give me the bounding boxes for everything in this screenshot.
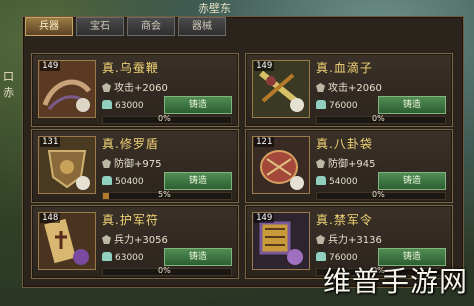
site-watermark: 维普手游网 (322, 265, 468, 298)
tab-bar: 兵器 宝石 商会 器械 (25, 17, 226, 36)
item-card: 121 真.八卦袋 防御+945 54000 铸造 0% (245, 129, 453, 203)
gem-cost-icon (316, 100, 326, 109)
troops-icon (316, 235, 325, 244)
item-stat: 兵力+3056 (114, 235, 168, 246)
gem-cost-icon (102, 176, 112, 185)
forge-button[interactable]: 铸造 (378, 96, 446, 114)
defense-icon (316, 159, 325, 168)
item-card: 149 真.乌蚕鞭 攻击+2060 63000 铸造 0% (31, 53, 239, 127)
tab-gems[interactable]: 宝石 (76, 17, 124, 36)
attack-icon (316, 83, 325, 92)
progress-percent: 0% (158, 114, 171, 123)
item-name: 真.禁军令 (316, 213, 373, 227)
forge-button[interactable]: 铸造 (378, 172, 446, 190)
item-image[interactable]: 149 (252, 60, 310, 118)
item-level: 131 (40, 137, 61, 147)
tab-machinery[interactable]: 器械 (178, 17, 226, 36)
item-name: 真.血滴子 (316, 61, 373, 75)
forge-button[interactable]: 铸造 (164, 172, 232, 190)
item-level: 148 (40, 213, 61, 223)
item-cost: 63000 (115, 253, 144, 263)
item-stat: 防御+975 (114, 159, 162, 170)
item-cost: 54000 (329, 177, 358, 187)
forge-button[interactable]: 铸造 (164, 248, 232, 266)
gem-cost-icon (102, 252, 112, 261)
item-name: 真.护军符 (102, 213, 159, 227)
item-name: 真.乌蚕鞭 (102, 61, 159, 75)
item-image[interactable]: 131 (38, 136, 96, 194)
item-level: 121 (254, 137, 275, 147)
item-card: 149 真.血滴子 攻击+2060 76000 铸造 0% (245, 53, 453, 127)
item-cost: 50400 (115, 177, 144, 187)
forge-button[interactable]: 铸造 (164, 96, 232, 114)
tab-guild[interactable]: 商会 (127, 17, 175, 36)
item-name: 真.修罗盾 (102, 137, 159, 151)
item-image[interactable]: 121 (252, 136, 310, 194)
item-name: 真.八卦袋 (316, 137, 373, 151)
map-side-label-2: 赤 (3, 86, 14, 99)
item-image[interactable]: 149 (38, 60, 96, 118)
item-stat: 攻击+2060 (328, 83, 382, 94)
map-side-label-1: 口 (3, 70, 14, 83)
item-image[interactable]: 149 (252, 212, 310, 270)
item-stat: 防御+945 (328, 159, 376, 170)
item-cost: 76000 (329, 101, 358, 111)
item-stat: 攻击+2060 (114, 83, 168, 94)
defense-icon (102, 159, 111, 168)
item-level: 149 (254, 213, 275, 223)
progress-percent: 0% (158, 266, 171, 275)
item-card: 148 真.护军符 兵力+3056 63000 铸造 0% (31, 205, 239, 279)
item-card: 131 真.修罗盾 防御+975 50400 铸造 5% (31, 129, 239, 203)
progress-percent: 0% (372, 190, 385, 199)
item-cost: 63000 (115, 101, 144, 111)
map-location-label: 赤壁东 (198, 2, 231, 15)
troops-icon (102, 235, 111, 244)
item-level: 149 (40, 61, 61, 71)
attack-icon (102, 83, 111, 92)
forge-panel: 兵器 宝石 商会 器械 149 真.乌蚕鞭 攻击+2060 63000 铸造 0… (22, 16, 464, 288)
gem-cost-icon (316, 176, 326, 185)
tab-weapons[interactable]: 兵器 (25, 17, 73, 36)
gem-cost-icon (102, 100, 112, 109)
progress-percent: 5% (158, 190, 171, 199)
item-image[interactable]: 148 (38, 212, 96, 270)
item-level: 149 (254, 61, 275, 71)
progress-percent: 0% (372, 114, 385, 123)
item-stat: 兵力+3136 (328, 235, 382, 246)
